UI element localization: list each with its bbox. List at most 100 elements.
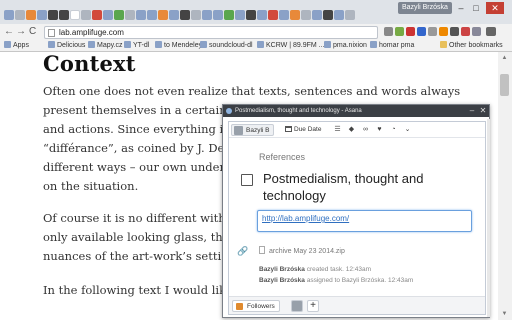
task-name[interactable]: Postmedialism, thought and technology <box>263 170 473 204</box>
bookmark-item[interactable]: to Mendeley <box>155 41 202 51</box>
tab-favicon[interactable] <box>103 10 113 20</box>
bookmark-item[interactable]: homar pma <box>370 41 414 51</box>
tab-favicon[interactable] <box>15 10 25 20</box>
tab-favicon[interactable] <box>169 10 179 20</box>
tab-favicon[interactable] <box>279 10 289 20</box>
forward-button[interactable]: → <box>16 26 26 38</box>
tab-favicon[interactable] <box>257 10 267 20</box>
tab-favicon[interactable] <box>323 10 333 20</box>
tab-favicon[interactable] <box>334 10 344 20</box>
chevron-down-icon[interactable]: ⌄ <box>403 125 412 134</box>
close-window-button[interactable]: ✕ <box>486 2 504 14</box>
extension-icon[interactable] <box>384 27 393 36</box>
tab-favicon[interactable] <box>59 10 69 20</box>
followers-label: Followers <box>247 303 275 310</box>
tab-favicon[interactable] <box>235 10 245 20</box>
tab-favicon[interactable] <box>246 10 256 20</box>
tab-favicon[interactable] <box>202 10 212 20</box>
timer-icon[interactable]: ◔ <box>389 125 398 134</box>
article-line: Often one does not even realize that tex… <box>43 84 461 98</box>
tab-favicon[interactable] <box>4 10 14 20</box>
popup-title: Postmedialism, thought and technology - … <box>235 108 362 114</box>
tab-favicon[interactable] <box>147 10 157 20</box>
extension-icon[interactable] <box>395 27 404 36</box>
tab-favicon[interactable] <box>224 10 234 20</box>
followers-button[interactable]: Followers <box>232 300 280 312</box>
extension-icon[interactable] <box>472 27 481 36</box>
extension-icon[interactable] <box>450 27 459 36</box>
attachment-name: archive May 23 2014.zip <box>269 248 345 255</box>
extension-icon[interactable] <box>439 27 448 36</box>
asana-icon <box>226 108 232 114</box>
popup-minimize-button[interactable]: – <box>467 105 477 117</box>
kcrw-icon <box>257 41 264 48</box>
bookmark-item[interactable]: KCRW | 89.9FM ... <box>257 41 324 51</box>
notes-link[interactable]: http://lab.amplifuge.com/ <box>262 214 349 223</box>
heart-icon[interactable]: ♥ <box>375 125 384 134</box>
tab-favicon[interactable] <box>345 10 355 20</box>
apps-icon <box>4 41 11 48</box>
bookmark-item[interactable]: pma.nixion <box>324 41 367 51</box>
popup-scrollbar[interactable] <box>487 119 490 317</box>
tab-favicon[interactable] <box>158 10 168 20</box>
bookmark-item[interactable]: Other bookmarks <box>440 41 503 51</box>
section-heading[interactable]: References <box>259 152 305 162</box>
extension-icon[interactable] <box>428 27 437 36</box>
address-bar[interactable]: lab.amplifuge.com <box>44 26 378 39</box>
tab-favicon[interactable] <box>213 10 223 20</box>
tab-favicon[interactable] <box>81 10 91 20</box>
tab-favicon[interactable] <box>191 10 201 20</box>
tab-favicon[interactable] <box>180 10 190 20</box>
bookmark-item[interactable]: soundcloud-dl <box>200 41 253 51</box>
bookmark-item[interactable]: Apps <box>4 41 29 51</box>
extension-icon[interactable] <box>406 27 415 36</box>
due-date-button[interactable]: Due Date <box>285 124 321 136</box>
story-time: 12:43am <box>388 277 414 284</box>
attachment-item[interactable]: archive May 23 2014.zip <box>259 246 345 255</box>
tab-favicon[interactable] <box>114 10 124 20</box>
popup-close-button[interactable]: ✕ <box>478 105 488 117</box>
story-action: assigned to Bazyli Brzóska. <box>306 277 387 284</box>
bookmark-item[interactable]: Mapy.cz <box>88 41 123 51</box>
subtasks-icon[interactable]: ☰ <box>333 125 342 134</box>
task-complete-checkbox[interactable] <box>241 174 253 186</box>
tag-icon[interactable]: ◆ <box>347 125 356 134</box>
follower-avatar[interactable] <box>291 300 303 312</box>
extension-icon[interactable] <box>417 27 426 36</box>
folder-icon <box>440 41 447 48</box>
tab-favicon[interactable] <box>37 10 47 20</box>
bookmarks-bar: Apps Delicious Mapy.cz YT-dl to Mendeley… <box>0 40 512 52</box>
add-follower-button[interactable]: + <box>307 300 319 312</box>
tab-favicon[interactable] <box>290 10 300 20</box>
extension-icon[interactable] <box>461 27 470 36</box>
tab-favicon[interactable] <box>312 10 322 20</box>
profile-button[interactable]: Bazyli Brzóska <box>398 2 452 14</box>
bookmark-item[interactable]: YT-dl <box>124 41 149 51</box>
tab-favicon-active[interactable] <box>70 10 80 20</box>
tab-favicon[interactable] <box>48 10 58 20</box>
maximize-button[interactable]: □ <box>469 2 483 14</box>
popup-titlebar[interactable]: Postmedialism, thought and technology - … <box>223 105 489 117</box>
page-icon <box>48 29 55 37</box>
pma-icon <box>324 41 331 48</box>
assignee-button[interactable]: Bazyli B <box>231 124 275 136</box>
tab-favicon[interactable] <box>26 10 36 20</box>
tab-favicon[interactable] <box>125 10 135 20</box>
activity-story: Bazyli Brzóska created task. 12:43am <box>259 266 371 273</box>
article-title: Context <box>43 52 136 76</box>
file-icon <box>259 246 265 254</box>
back-button[interactable]: ← <box>4 26 14 38</box>
reload-button[interactable]: C <box>29 26 36 38</box>
tab-favicon[interactable] <box>268 10 278 20</box>
chrome-menu-icon[interactable] <box>486 27 496 36</box>
tab-favicon[interactable] <box>92 10 102 20</box>
page-scroll-thumb[interactable] <box>500 74 509 96</box>
attachment-icon[interactable]: ∞ <box>361 125 370 134</box>
tab-favicon[interactable] <box>301 10 311 20</box>
tab-favicon[interactable] <box>136 10 146 20</box>
task-notes-field[interactable]: http://lab.amplifuge.com/ <box>257 210 472 232</box>
scroll-down-arrow-icon[interactable]: ▼ <box>500 310 509 318</box>
scroll-up-arrow-icon[interactable]: ▲ <box>500 54 509 62</box>
bookmark-item[interactable]: Delicious <box>48 41 85 51</box>
minimize-button[interactable]: – <box>454 2 468 14</box>
